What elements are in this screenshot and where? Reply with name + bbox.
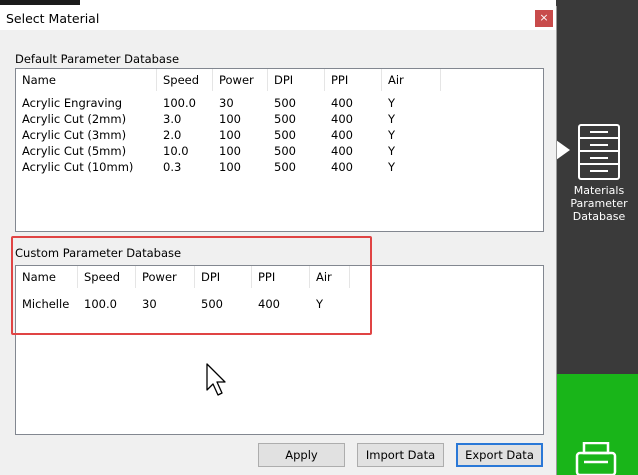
export-data-button[interactable]: Export Data — [456, 443, 543, 467]
table-cell[interactable]: 100.0 — [78, 296, 117, 312]
column-header-name[interactable]: Name — [16, 69, 157, 91]
table-cell[interactable]: 3.0 — [157, 111, 181, 127]
table-cell[interactable]: Acrylic Cut (10mm) — [16, 159, 133, 175]
background-toolbar-strip — [0, 0, 80, 5]
table-cell[interactable]: 2.0 — [157, 127, 181, 143]
table-cell[interactable]: 500 — [268, 95, 296, 111]
table-cell[interactable]: 500 — [268, 111, 296, 127]
table-cell[interactable]: 500 — [195, 296, 223, 312]
printer-icon[interactable] — [575, 442, 617, 475]
table-cell[interactable]: 500 — [268, 159, 296, 175]
table-cell[interactable]: 400 — [325, 95, 353, 111]
custom-database-label: Custom Parameter Database — [15, 246, 182, 260]
table-cell[interactable]: 400 — [252, 296, 280, 312]
column-header-ppi[interactable]: PPI — [252, 266, 310, 288]
table-cell[interactable]: Acrylic Cut (3mm) — [16, 127, 126, 143]
import-data-button[interactable]: Import Data — [357, 443, 444, 467]
table-cell[interactable]: Y — [382, 159, 395, 175]
table-cell[interactable]: Acrylic Engraving — [16, 95, 122, 111]
table-cell[interactable]: Y — [382, 95, 395, 111]
column-header-power[interactable]: Power — [213, 69, 268, 91]
materials-parameter-database-label[interactable]: Materials Parameter Database — [560, 184, 638, 223]
column-header-ppi[interactable]: PPI — [325, 69, 382, 91]
table-cell[interactable]: 100 — [213, 127, 241, 143]
column-header-dpi[interactable]: DPI — [268, 69, 325, 91]
table-cell[interactable]: 100 — [213, 159, 241, 175]
table-cell[interactable]: 500 — [268, 127, 296, 143]
table-cell[interactable]: 0.3 — [157, 159, 181, 175]
selected-indicator-arrow — [556, 140, 570, 160]
apply-button[interactable]: Apply — [258, 443, 345, 467]
table-cell[interactable]: 10.0 — [157, 143, 189, 159]
custom-database-list[interactable]: Name Speed Power DPI PPI Air Michelle 100… — [15, 265, 544, 435]
default-database-label: Default Parameter Database — [15, 52, 180, 66]
table-cell[interactable]: Acrylic Cut (2mm) — [16, 111, 126, 127]
table-cell[interactable]: Acrylic Cut (5mm) — [16, 143, 126, 159]
column-header-name[interactable]: Name — [16, 266, 78, 288]
materials-database-icon[interactable] — [578, 124, 620, 180]
dialog-title: Select Material — [6, 11, 100, 26]
table-cell[interactable]: 100 — [213, 143, 241, 159]
column-header-speed[interactable]: Speed — [78, 266, 136, 288]
table-cell[interactable]: 100 — [213, 111, 241, 127]
column-header-air[interactable]: Air — [382, 69, 441, 91]
mouse-cursor-icon — [206, 363, 226, 396]
close-button[interactable]: × — [535, 10, 553, 27]
table-cell[interactable]: Y — [382, 143, 395, 159]
table-cell[interactable]: Y — [310, 296, 323, 312]
table-cell[interactable]: 500 — [268, 143, 296, 159]
table-cell[interactable]: Y — [382, 111, 395, 127]
table-cell[interactable]: Michelle — [16, 296, 69, 312]
select-material-dialog: Select Material × Default Parameter Data… — [0, 6, 557, 475]
column-header-dpi[interactable]: DPI — [195, 266, 252, 288]
column-header-speed[interactable]: Speed — [157, 69, 213, 91]
dialog-titlebar[interactable]: Select Material × — [0, 6, 556, 30]
table-cell[interactable]: Y — [382, 127, 395, 143]
column-header-power[interactable]: Power — [136, 266, 195, 288]
table-cell[interactable]: 30 — [213, 95, 234, 111]
column-header-air[interactable]: Air — [310, 266, 350, 288]
table-cell[interactable]: 30 — [136, 296, 157, 312]
default-database-list[interactable]: Name Speed Power DPI PPI Air Acrylic Eng… — [15, 68, 544, 232]
table-cell[interactable]: 400 — [325, 111, 353, 127]
table-cell[interactable]: 400 — [325, 143, 353, 159]
table-cell[interactable]: 400 — [325, 127, 353, 143]
table-cell[interactable]: 100.0 — [157, 95, 196, 111]
table-cell[interactable]: 400 — [325, 159, 353, 175]
